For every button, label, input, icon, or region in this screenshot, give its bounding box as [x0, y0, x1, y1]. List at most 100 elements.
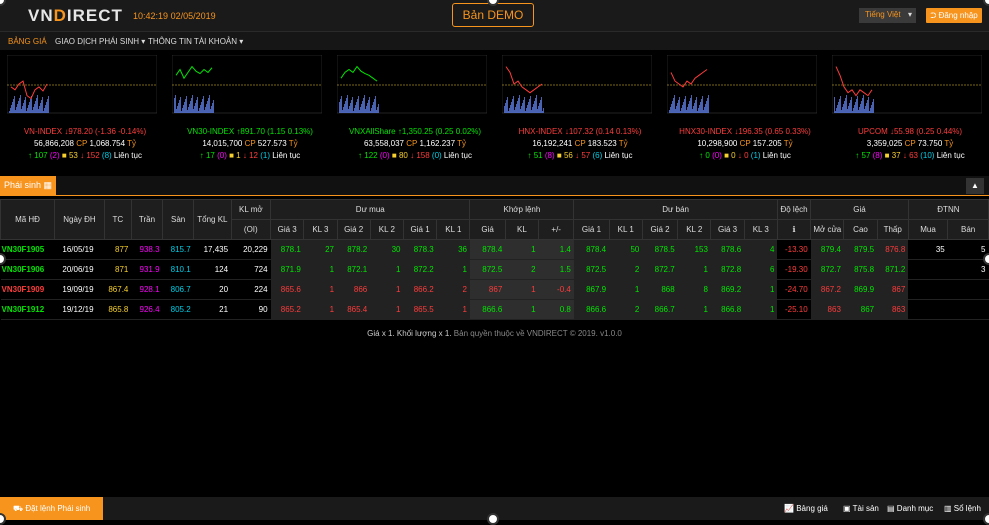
cart-icon: ⛟ [13, 504, 24, 513]
subheader-cell: Giá 2 [336, 219, 371, 240]
resize-handle[interactable] [983, 513, 989, 525]
subheader-cell: ℹ [776, 219, 812, 240]
table-cell: 20 [193, 279, 232, 300]
index-volume: 14,015,700 CP 527.573 Tỷ [202, 139, 298, 148]
col-gia: Giá [810, 199, 909, 220]
index-breadth: ↑ 122 (0) ■ 80 ↓ 158 (0) Liên tục [358, 151, 472, 160]
menu-thong-tin-tai-khoan[interactable]: THÔNG TIN TÀI KHOẢN ▾ [148, 37, 243, 46]
language-select[interactable]: Tiếng Việt ▾ [859, 8, 916, 23]
table-row[interactable]: VN30F1909 19/09/19 867.4 928.1 806.7 20 224 865… [0, 279, 989, 300]
table-cell: 868 [642, 279, 678, 300]
subheader-cell: KL 2 [677, 219, 712, 240]
table-cell: 866.7 [642, 299, 678, 320]
col-ngay-dh: Ngày ĐH [54, 199, 105, 240]
demo-button[interactable]: Bản DEMO [452, 3, 534, 27]
table-cell: 872.5 [573, 259, 610, 280]
table-row[interactable]: VN30F1906 20/06/19 871 931.9 810.1 124 724 871.… [0, 259, 989, 280]
table-cell: 2 [436, 279, 470, 300]
index-breadth: ↑ 17 (0) ■ 1 ↓ 12 (1) Liên tục [199, 151, 301, 160]
index-volume: 63,558,037 CP 1,162.237 Tỷ [363, 139, 467, 148]
table-cell: 1 [370, 259, 404, 280]
table-cell: 35 [908, 239, 948, 260]
contract-code[interactable]: VN30F1912 [0, 299, 55, 320]
subheader-cell: Giá [469, 219, 506, 240]
index-mini-chart [7, 55, 157, 114]
contract-code[interactable]: VN30F1906 [0, 259, 55, 280]
document-icon: ▤ [887, 504, 895, 513]
menu-giao-dich-phai-sinh[interactable]: GIAO DỊCH PHÁI SINH ▾ [55, 37, 145, 46]
vndirect-logo[interactable]: VNDIRECT [28, 6, 123, 26]
table-cell: 866.6 [573, 299, 610, 320]
subheader-cell: Giá 1 [573, 219, 610, 240]
table-cell: 21 [193, 299, 232, 320]
table-cell: 1 [744, 299, 778, 320]
table-cell: 931.9 [131, 259, 163, 280]
col-dtnn: ĐTNN [907, 199, 989, 220]
book-icon: ▥ [944, 504, 952, 513]
table-cell: 867 [843, 299, 878, 320]
table-cell: 872.5 [469, 259, 506, 280]
table-cell: 3 [947, 259, 989, 280]
index-volume: 56,866,208 CP 1,068.754 Tỷ [33, 139, 137, 148]
index-panels: VN-INDEX ↓978.20 (-1.36 -0.14%) 56,866,20… [0, 50, 989, 175]
table-cell: 2 [505, 259, 539, 280]
index-panel[interactable]: UPCOM ↓55.98 (0.25 0.44%) 3,359,025 CP 73… [830, 55, 989, 175]
table-cell: 871 [104, 259, 132, 280]
col-san: Sàn [162, 199, 195, 240]
table-cell: 6 [744, 259, 778, 280]
table-cell: 124 [193, 259, 232, 280]
subheader-cell: KL [504, 219, 540, 240]
index-panel[interactable]: VN30-INDEX ↑891.70 (1.15 0.13%) 14,015,70… [170, 55, 330, 175]
nav-bang-gia[interactable]: 📈 Bảng giá [784, 504, 828, 513]
table-cell: 865.4 [337, 299, 371, 320]
table-cell: 866.6 [469, 299, 506, 320]
table-cell: 1 [677, 299, 711, 320]
table-cell: 872.8 [710, 259, 745, 280]
subheader-cell: KL 2 [369, 219, 404, 240]
nav-so-lenh[interactable]: ▥ Sổ lệnh [944, 504, 981, 513]
index-mini-chart [832, 55, 982, 114]
table-row[interactable]: VN30F1912 19/12/19 865.8 926.4 805.2 21 90 865.… [0, 299, 989, 320]
index-panel[interactable]: VN-INDEX ↓978.20 (-1.36 -0.14%) 56,866,20… [5, 55, 165, 175]
table-cell: 153 [677, 239, 711, 260]
nav-tai-san[interactable]: ▣ Tài sản [843, 504, 879, 513]
place-order-button[interactable]: ⛟ Đặt lệnh Phái sinh [0, 497, 103, 520]
contract-code[interactable]: VN30F1905 [0, 239, 55, 260]
table-cell: 872.7 [810, 259, 844, 280]
table-cell: 1 [505, 279, 539, 300]
resize-handle[interactable] [983, 253, 989, 265]
table-cell: 815.7 [162, 239, 194, 260]
index-panel[interactable]: HNX30-INDEX ↓196.35 (0.65 0.33%) 10,298,9… [665, 55, 825, 175]
wallet-icon: ▣ [843, 504, 851, 513]
collapse-button[interactable]: ▲ [966, 178, 984, 194]
tab-phai-sinh[interactable]: Phái sinh ▦ [0, 176, 56, 195]
table-cell: 1.5 [538, 259, 574, 280]
table-cell: 1.4 [538, 239, 574, 260]
index-breadth: ↑ 0 (0) ■ 0 ↓ 0 (1) Liên tục [699, 151, 791, 160]
menu-bang-gia[interactable]: BẢNG GIÁ [8, 37, 47, 46]
clock: 10:42:19 02/05/2019 [133, 11, 216, 21]
table-cell: 866.8 [710, 299, 745, 320]
table-cell: 867.4 [104, 279, 132, 300]
table-cell: 865.5 [403, 299, 437, 320]
contract-code[interactable]: VN30F1909 [0, 279, 55, 300]
table-cell: 872.2 [403, 259, 437, 280]
table-row[interactable]: VN30F1905 16/05/19 877 938.3 815.7 17,435 20,2… [0, 239, 989, 260]
col-ma-hd: Mã HĐ [0, 199, 56, 240]
table-cell: 878.4 [573, 239, 610, 260]
table-cell: 878.1 [270, 239, 304, 260]
index-volume: 3,359,025 CP 73.750 Tỷ [866, 139, 954, 148]
index-value: VN-INDEX ↓978.20 (-1.36 -0.14%) [23, 127, 147, 136]
table-cell: 36 [436, 239, 470, 260]
nav-danh-muc[interactable]: ▤ Danh mục [887, 504, 933, 513]
table-cell: 20/06/19 [54, 259, 105, 280]
table-cell: 1 [436, 259, 470, 280]
index-panel[interactable]: VNXAllShare ↑1,350.25 (0.25 0.02%) 63,558… [335, 55, 495, 175]
table-cell: 16/05/19 [54, 239, 105, 260]
login-button[interactable]: ⮊ Đăng nhập [926, 8, 982, 23]
index-panel[interactable]: HNX-INDEX ↓107.32 (0.14 0.13%) 16,192,241… [500, 55, 660, 175]
table-cell: 1 [303, 299, 338, 320]
subheader-cell: Mua [907, 219, 949, 240]
resize-handle[interactable] [487, 513, 499, 525]
subheader-cell: KL 3 [743, 219, 778, 240]
